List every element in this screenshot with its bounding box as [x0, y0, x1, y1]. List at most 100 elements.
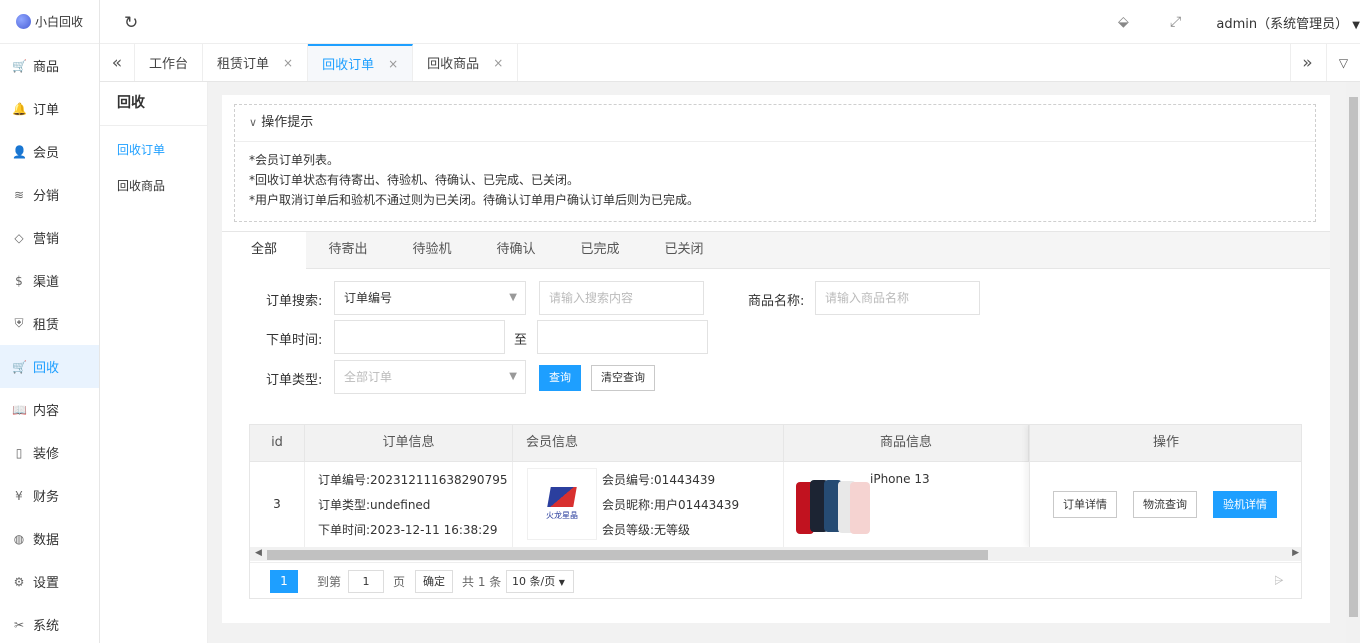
current-page-button[interactable]: 1	[270, 570, 298, 593]
tips-body: *会员订单列表。 *回收订单状态有待寄出、待验机、待确认、已完成、已关闭。 *用…	[235, 142, 1315, 218]
sidebar-item-0[interactable]: 🛒 商品	[0, 44, 99, 87]
goods-name-input[interactable]: 请输入商品名称	[815, 281, 980, 315]
sidebar-item-4[interactable]: ◇ 营销	[0, 216, 99, 259]
main-panel: ∨ 操作提示 *会员订单列表。 *回收订单状态有待寄出、待验机、待确认、已完成、…	[222, 95, 1330, 623]
sidebar-item-7[interactable]: 🛒 回收	[0, 345, 99, 388]
refresh-icon[interactable]: ↻	[124, 13, 138, 33]
order-time-end-input[interactable]	[537, 320, 708, 354]
page-tab-1[interactable]: 租赁订单 ×	[203, 44, 309, 81]
total-count: 共 1 条	[462, 575, 502, 589]
page-tab-2[interactable]: 回收订单 ×	[308, 44, 414, 81]
sidebar-item-2[interactable]: 👤 会员	[0, 130, 99, 173]
col-header-goods-info: 商品信息	[784, 425, 1029, 462]
tabs-menu-chevron-icon[interactable]: ▽	[1326, 44, 1360, 81]
tabs-scroll-right-icon[interactable]: »	[1290, 44, 1324, 81]
page-v-scrollbar[interactable]	[1346, 82, 1360, 643]
filter-tab-0[interactable]: 全部	[222, 232, 306, 269]
orders-table: id 订单信息 会员信息 商品信息 3 订单编号:202312111638290…	[249, 424, 1302, 599]
order-type-label: 订单类型:	[266, 373, 323, 388]
sub-item-recycle-orders[interactable]: 回收订单	[100, 132, 207, 168]
filter-tab-5[interactable]: 已关闭	[642, 232, 726, 269]
cell-order-info: 订单编号:202312111638290795 订单类型:undefined 下…	[305, 462, 513, 547]
to-label: 至	[514, 333, 528, 348]
bell-icon: 🔔	[12, 101, 27, 116]
sidebar-item-label: 数据	[33, 533, 60, 548]
table-h-scrollbar[interactable]: ◀ ▶	[250, 547, 1301, 561]
per-page-select[interactable]: 10 条/页 ▼	[506, 570, 574, 593]
user-menu[interactable]: admin（系统管理员） ▼	[1216, 13, 1360, 32]
order-type: 订单类型:undefined	[318, 498, 431, 512]
tag-icon[interactable]: ⬙	[1118, 14, 1129, 30]
order-number: 订单编号:202312111638290795	[318, 473, 508, 487]
tips-title: 操作提示	[261, 115, 314, 130]
sub-item-recycle-goods[interactable]: 回收商品	[100, 168, 207, 204]
page-tab-0[interactable]: 工作台	[135, 44, 204, 81]
sidebar-item-8[interactable]: 📖 内容	[0, 388, 99, 431]
sidebar-item-label: 装修	[33, 447, 60, 462]
order-time-start-input[interactable]	[334, 320, 505, 354]
close-icon[interactable]: ×	[493, 56, 503, 70]
filter-tab-2[interactable]: 待验机	[390, 232, 474, 269]
operation-tips: ∨ 操作提示 *会员订单列表。 *回收订单状态有待寄出、待验机、待确认、已完成、…	[234, 104, 1316, 222]
sidebar-item-3[interactable]: ≋ 分销	[0, 173, 99, 216]
brand-name: 小白回收	[34, 15, 83, 29]
logistics-query-button[interactable]: 物流查询	[1133, 491, 1197, 518]
fullscreen-icon[interactable]: ⤢	[1170, 14, 1181, 30]
scroll-thumb[interactable]	[267, 550, 988, 560]
inspection-detail-button[interactable]: 验机详情	[1213, 491, 1277, 518]
sidebar-nav: 🛒 商品 🔔 订单 👤 会员 ≋ 分销 ◇ 营销 $ 渠道 ⛨ 租赁 🛒 回收 📖 内容 ▯ 装修 ¥ 财务 ◍ 数据 ⚙ 设置 ✂…	[0, 44, 99, 643]
search-input[interactable]: 请输入搜索内容	[539, 281, 704, 315]
order-search-select[interactable]: 订单编号 ▼	[334, 281, 526, 315]
user-name: admin（系统管理员）	[1216, 17, 1349, 32]
sidebar-item-9[interactable]: ▯ 装修	[0, 431, 99, 474]
main-sidebar: 小白回收 🛒 商品 🔔 订单 👤 会员 ≋ 分销 ◇ 营销 $ 渠道 ⛨ 租赁 🛒 回收 📖 内容 ▯ 装修 ¥ 财务 ◍ 数…	[0, 0, 100, 643]
sidebar-item-6[interactable]: ⛨ 租赁	[0, 302, 99, 345]
query-button[interactable]: 查询	[539, 365, 581, 391]
sidebar-item-5[interactable]: $ 渠道	[0, 259, 99, 302]
tab-bar: « 工作台 租赁订单 × 回收订单 × 回收商品 × » ▽	[100, 44, 1360, 82]
sidebar-item-label: 回收	[33, 361, 60, 376]
sidebar-item-label: 会员	[33, 146, 60, 161]
sidebar-item-13[interactable]: ✂ 系统	[0, 603, 99, 643]
tip-line: *回收订单状态有待寄出、待验机、待确认、已完成、已关闭。	[249, 173, 580, 187]
sidebar-item-label: 商品	[33, 60, 60, 75]
resize-handle-icon[interactable]: ⩥	[1274, 573, 1284, 588]
scroll-right-icon[interactable]: ▶	[1292, 548, 1299, 558]
cell-goods-info: iPhone 13	[784, 462, 1029, 547]
sidebar-item-11[interactable]: ◍ 数据	[0, 517, 99, 560]
chevron-down-icon: ▼	[558, 578, 565, 587]
sidebar-item-label: 内容	[33, 404, 60, 419]
goto-page-input[interactable]: 1	[348, 570, 384, 593]
tabs-scroll-left-icon[interactable]: «	[100, 44, 134, 81]
layers-icon: ≋	[13, 187, 25, 202]
sidebar-item-1[interactable]: 🔔 订单	[0, 87, 99, 130]
sidebar-item-label: 营销	[33, 232, 60, 247]
pagination: 1 到第 1 页 确定 共 1 条 10 条/页 ▼ ⩥	[250, 562, 1301, 598]
scroll-left-icon[interactable]: ◀	[255, 548, 262, 558]
page-scroll-thumb[interactable]	[1349, 97, 1358, 617]
goto-confirm-button[interactable]: 确定	[415, 570, 453, 593]
order-search-select-value: 订单编号	[344, 291, 393, 305]
brand-logo[interactable]: 小白回收	[0, 0, 99, 44]
order-detail-button[interactable]: 订单详情	[1053, 491, 1117, 518]
close-icon[interactable]: ×	[283, 56, 293, 70]
shield-icon: ⛨	[14, 316, 24, 330]
tab-label: 工作台	[149, 57, 189, 72]
close-icon[interactable]: ×	[388, 57, 398, 71]
sidebar-item-12[interactable]: ⚙ 设置	[0, 560, 99, 603]
order-type-select[interactable]: 全部订单 ▼	[334, 360, 526, 394]
sidebar-item-label: 分销	[33, 189, 60, 204]
filter-tab-4[interactable]: 已完成	[558, 232, 642, 269]
tab-label: 租赁订单	[217, 57, 270, 72]
filter-tab-1[interactable]: 待寄出	[306, 232, 390, 269]
tips-toggle[interactable]: ∨ 操作提示	[235, 105, 1315, 142]
avatar-logo-icon	[547, 487, 577, 507]
clear-query-button[interactable]: 清空查询	[591, 365, 655, 391]
page-tab-3[interactable]: 回收商品 ×	[413, 44, 519, 81]
col-header-id: id	[250, 425, 305, 462]
sidebar-item-label: 财务	[33, 490, 60, 505]
goto-label: 到第	[317, 575, 342, 589]
chevron-down-icon: ▼	[1352, 20, 1360, 31]
filter-tab-3[interactable]: 待确认	[474, 232, 558, 269]
sidebar-item-10[interactable]: ¥ 财务	[0, 474, 99, 517]
